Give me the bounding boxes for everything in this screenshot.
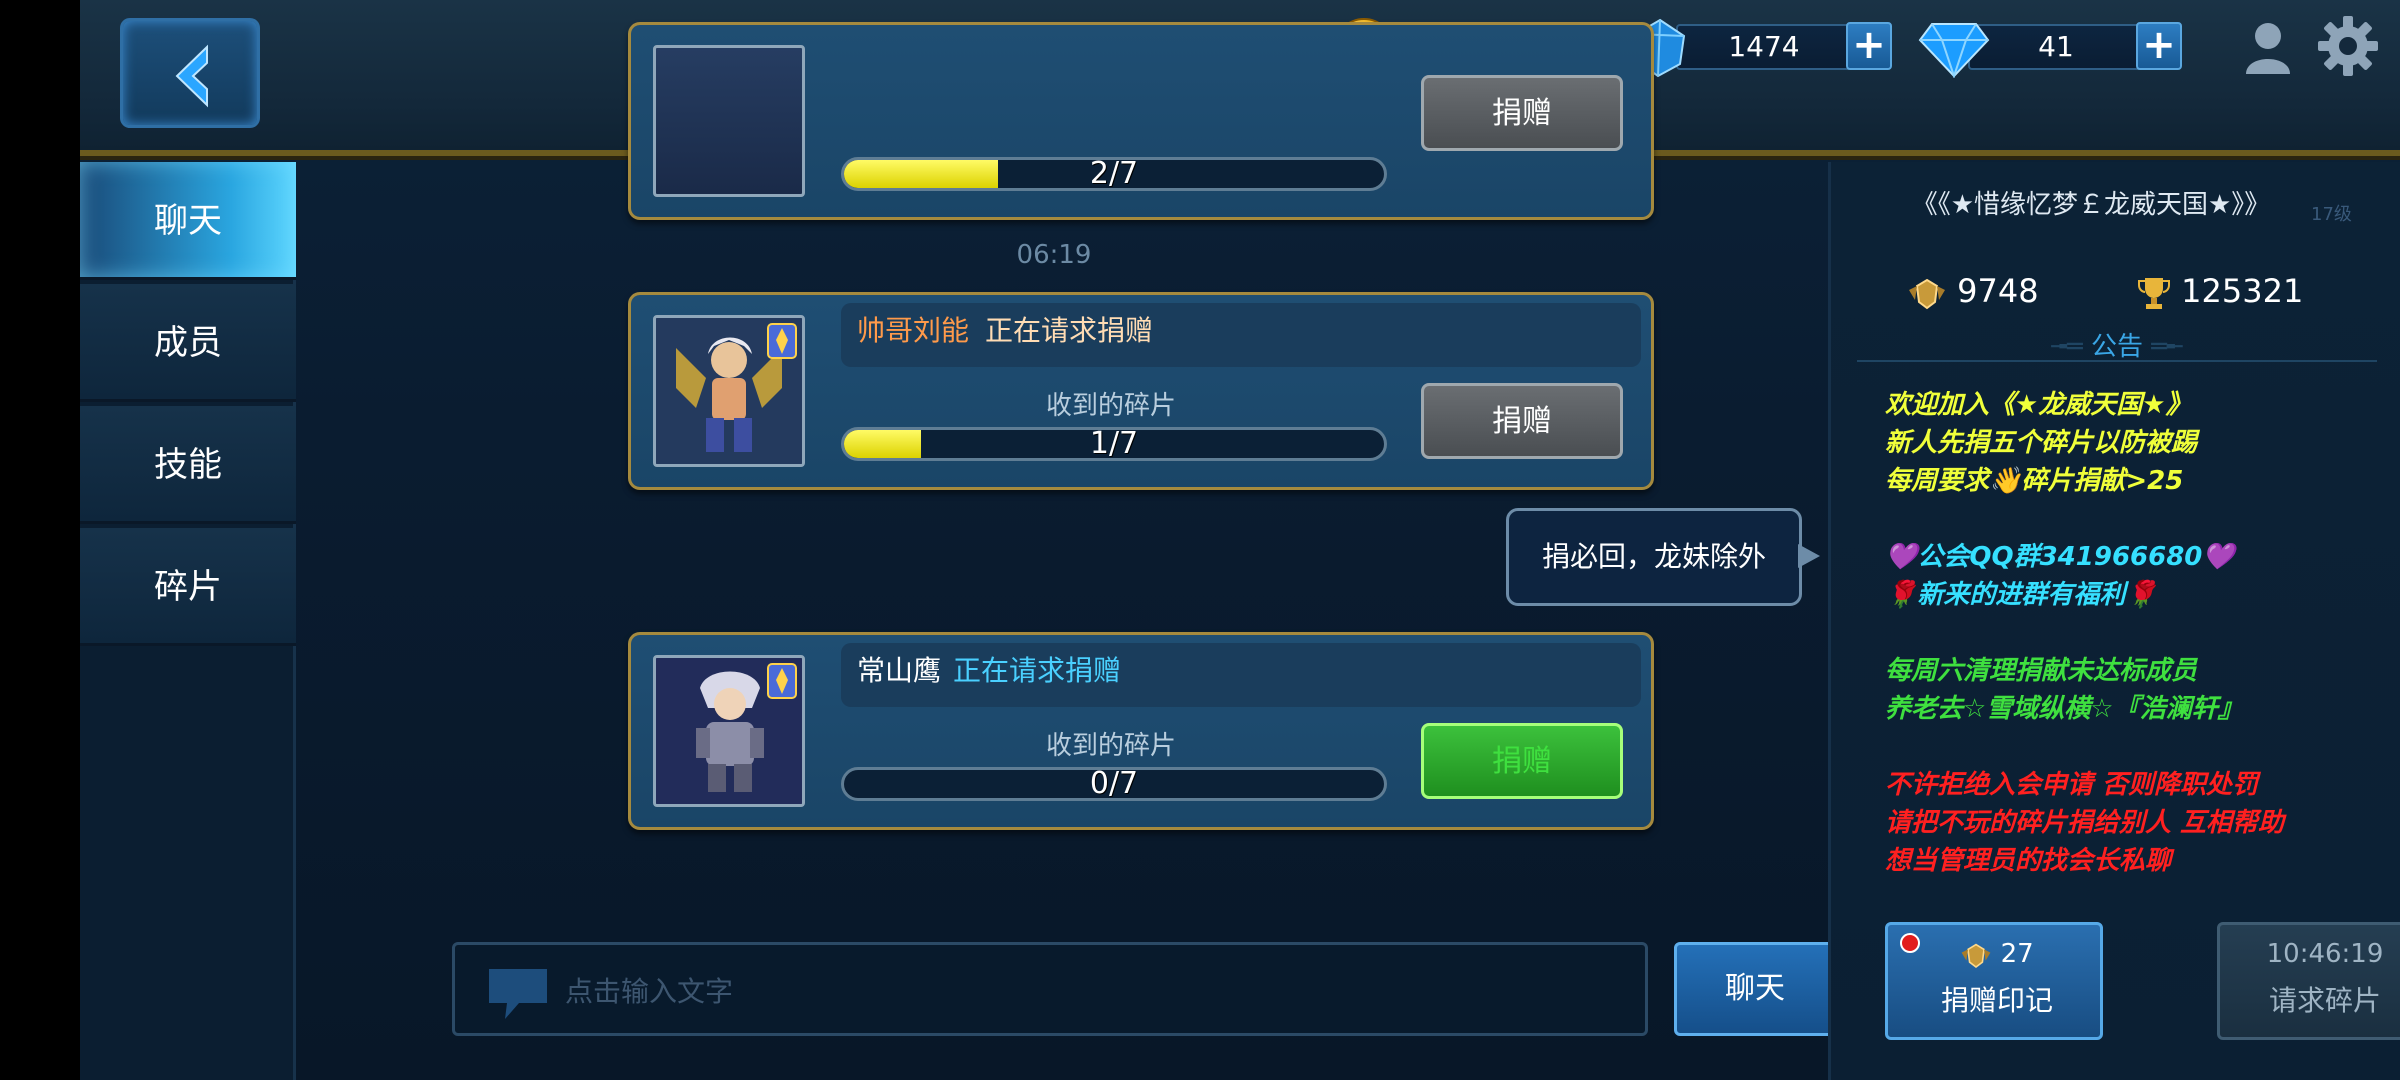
notice-divider <box>1857 360 2377 362</box>
chat-input-box[interactable] <box>452 942 1648 1036</box>
chat-input[interactable] <box>565 967 1625 1015</box>
guild-name: 《《★惜缘忆梦￡龙威天国★》》 <box>1911 190 2271 220</box>
chat-bubble-icon <box>489 969 547 1019</box>
warrior-hero-icon <box>656 318 802 464</box>
hero-avatar <box>653 655 805 807</box>
trophy-score: 125321 <box>2181 272 2304 310</box>
fragment-progress-bar: 0/7 <box>841 767 1387 801</box>
fragment-progress-bar: 1/7 <box>841 427 1387 461</box>
progress-text: 1/7 <box>1089 427 1139 461</box>
send-chat-button[interactable]: 聊天 <box>1674 942 1836 1036</box>
announcement-line: 养老去☆雪域纵横☆『浩澜轩』 <box>1885 694 2244 724</box>
laurel-badge-icon <box>1909 278 1945 310</box>
announcement-line: 每周要求👋碎片捐献>25 <box>1885 466 2184 496</box>
request-cooldown-timer: 10:46:19 <box>2266 939 2384 969</box>
game-screen: 4667 G + 1474 + 41 + <box>80 0 2400 1080</box>
notice-label: 公告 <box>2090 332 2143 362</box>
laurel-badge-icon <box>1961 943 1991 968</box>
sidebar-item-fragments[interactable]: 碎片 <box>80 528 296 646</box>
received-fragments-label: 收到的碎片 <box>1045 391 1176 421</box>
request-fragments-button[interactable]: 10:46:19 请求碎片 <box>2217 922 2400 1040</box>
guild-trophy-stat: 125321 <box>2137 272 2303 310</box>
sidebar-item-skills[interactable]: 技能 <box>80 406 296 524</box>
mark-count-value: 27 <box>2000 939 2034 969</box>
announcement-line: 不许拒绝入会申请 否则降职处罚 <box>1885 770 2259 800</box>
sidebar: 聊天 成员 技能 碎片 <box>80 162 296 1080</box>
announcement-line: 想当管理员的找会长私聊 <box>1885 846 2172 876</box>
received-fragments-label: 收到的碎片 <box>1045 731 1176 761</box>
diamond-icon <box>1918 23 1990 78</box>
hero-avatar <box>653 45 805 197</box>
knight-hero-icon <box>656 658 802 804</box>
announcement-line: 欢迎加入《★龙威天国★》 <box>1885 390 2192 420</box>
requester-name: 常山鹰 <box>857 654 942 687</box>
progress-text: 0/7 <box>1089 767 1139 801</box>
chat-message-bubble: 捐必回，龙妹除外 <box>1506 508 1802 606</box>
fragment-progress-bar: 2/7 <box>841 157 1387 191</box>
donation-mark-count: 27 <box>1888 939 2106 969</box>
diamond-currency: 41 + <box>1918 18 2182 78</box>
add-crystal-button[interactable]: + <box>1846 22 1892 70</box>
profile-icon[interactable] <box>2240 18 2296 74</box>
add-diamond-button[interactable]: + <box>2136 22 2182 70</box>
sidebar-item-members[interactable]: 成员 <box>80 284 296 402</box>
donation-request-card: 帅哥刘能 正在请求捐赠 收到的碎片 1/7 捐赠 <box>628 292 1654 490</box>
guild-level: 17级 <box>2311 204 2352 225</box>
progress-text: 2/7 <box>1089 157 1139 191</box>
announcement-line: 新人先捐五个碎片以防被踢 <box>1885 428 2198 458</box>
back-button[interactable] <box>120 18 260 128</box>
chevron-left-icon <box>175 44 208 108</box>
donation-mark-label: 捐赠印记 <box>1940 984 2053 1017</box>
announcement-line: 🌹新来的进群有福利🌹 <box>1885 580 2158 610</box>
announcement-line: 💜公会QQ群341966680💜 <box>1885 542 2235 572</box>
request-status: 正在请求捐赠 <box>953 654 1122 687</box>
diamond-amount: 41 <box>1968 24 2144 70</box>
bubble-tail <box>1798 544 1820 568</box>
hero-avatar <box>653 315 805 467</box>
chat-area: 2/7 捐赠 06:19 帅哥刘能 正在请求捐赠 收到的碎片 1/7 捐赠 捐必… <box>300 22 1836 1080</box>
donate-button[interactable]: 捐赠 <box>1421 723 1623 799</box>
sidebar-item-chat[interactable]: 聊天 <box>80 162 296 280</box>
donate-button[interactable]: 捐赠 <box>1421 75 1623 151</box>
announcement-line: 请把不玩的碎片捐给别人 互相帮助 <box>1885 808 2285 838</box>
donation-mark-button[interactable]: 27 捐赠印记 <box>1885 922 2103 1040</box>
donation-request-card: 2/7 捐赠 <box>628 22 1654 220</box>
request-status: 正在请求捐赠 <box>985 314 1154 347</box>
crystal-currency: 1474 + <box>1630 18 1892 78</box>
requester-name: 帅哥刘能 <box>857 314 970 347</box>
donation-request-card: 常山鹰 正在请求捐赠 收到的碎片 0/7 捐赠 <box>628 632 1654 830</box>
guild-badge-stat: 9748 <box>1907 272 2039 310</box>
notice-heading: ╼═ 公告 ═╾ <box>2051 332 2183 362</box>
chat-timestamp: 06:19 <box>1016 240 1092 270</box>
guild-panel: 《《★惜缘忆梦￡龙威天国★》》 17级 9748 125321 ╼═ 公告 ═╾… <box>1828 162 2400 1080</box>
request-fragments-label: 请求碎片 <box>2268 984 2381 1017</box>
announcement-line: 每周六清理捐献未达标成员 <box>1885 656 2198 686</box>
badge-score: 9748 <box>1957 272 2039 310</box>
trophy-icon <box>2138 278 2170 309</box>
gear-icon[interactable] <box>2316 14 2380 78</box>
crystal-amount: 1474 <box>1676 24 1852 70</box>
donate-button[interactable]: 捐赠 <box>1421 383 1623 459</box>
